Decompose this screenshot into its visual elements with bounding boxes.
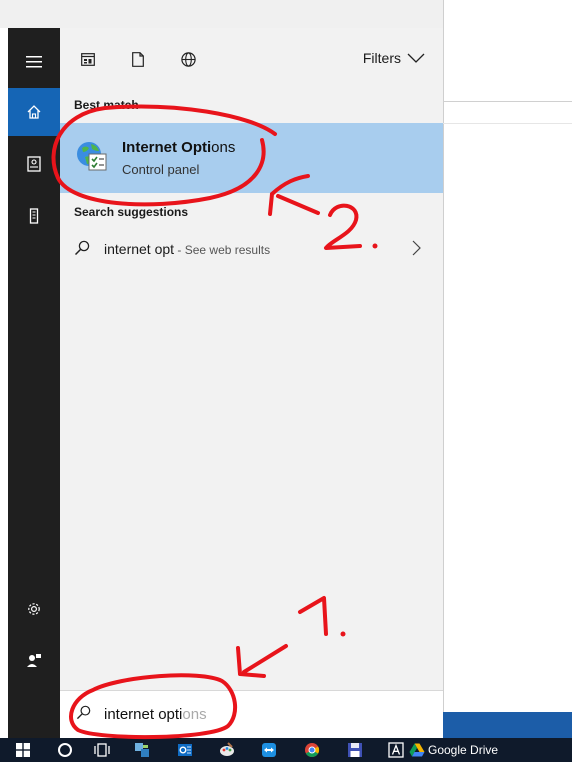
taskbar-app-network[interactable] bbox=[133, 741, 151, 759]
start-button[interactable] bbox=[14, 741, 32, 759]
search-icon bbox=[74, 240, 90, 256]
web-suggestion-item[interactable]: internet opt - See web results bbox=[60, 234, 443, 264]
window-edge bbox=[443, 0, 444, 712]
taskbar: Google Drive bbox=[0, 738, 572, 762]
feedback-person-icon bbox=[27, 654, 41, 667]
search-input[interactable]: internet options bbox=[104, 706, 207, 723]
background-window bbox=[443, 0, 572, 712]
suggestion-text: internet opt - See web results bbox=[104, 241, 270, 257]
cortana-button[interactable] bbox=[56, 741, 74, 759]
globe-icon bbox=[180, 51, 196, 67]
devices-button[interactable] bbox=[8, 192, 60, 240]
best-match-title-rest: ons bbox=[211, 139, 236, 156]
search-results-panel: Filters Best match Internet Options Cont… bbox=[60, 28, 443, 738]
filters-bar: Filters bbox=[60, 28, 443, 90]
chrome-icon bbox=[305, 743, 320, 758]
filters-label: Filters bbox=[362, 50, 401, 66]
documents-filter-button[interactable] bbox=[126, 47, 150, 71]
best-match-title: Internet Options bbox=[122, 139, 235, 156]
outlook-icon bbox=[178, 744, 192, 756]
screen: Filters Best match Internet Options Cont… bbox=[0, 0, 572, 762]
chevron-right-icon[interactable] bbox=[412, 240, 421, 256]
hamburger-menu-button[interactable] bbox=[8, 38, 60, 86]
best-match-heading: Best match bbox=[74, 98, 139, 112]
google-drive-label: Google Drive bbox=[428, 743, 499, 757]
app-window-icon bbox=[81, 52, 95, 66]
search-icon bbox=[76, 705, 91, 720]
window-divider bbox=[443, 123, 572, 124]
windows-logo-icon bbox=[16, 743, 30, 757]
taskbar-app-teamviewer[interactable] bbox=[260, 741, 278, 759]
search-typed-text: internet opti bbox=[104, 706, 183, 723]
task-view-button[interactable] bbox=[93, 741, 111, 759]
floppy-disk-icon bbox=[348, 743, 362, 757]
text-app-icon bbox=[388, 742, 404, 758]
taskbar-app-text[interactable] bbox=[387, 741, 405, 759]
google-drive-icon bbox=[409, 743, 425, 757]
gear-icon bbox=[28, 603, 40, 615]
google-drive-taskbar-item[interactable] bbox=[408, 741, 426, 759]
desktop-top-strip bbox=[0, 0, 443, 28]
search-autocomplete-text: ons bbox=[182, 706, 207, 723]
tower-pc-icon bbox=[29, 208, 39, 224]
feedback-button[interactable] bbox=[8, 636, 60, 684]
document-icon bbox=[132, 51, 144, 67]
notebook-button[interactable] bbox=[8, 140, 60, 188]
hamburger-icon bbox=[26, 56, 42, 68]
background-window-footer bbox=[443, 712, 572, 738]
network-app-icon bbox=[135, 743, 149, 757]
cortana-circle-icon bbox=[58, 743, 72, 757]
taskbar-app-outlook[interactable] bbox=[176, 741, 194, 759]
apps-filter-button[interactable] bbox=[76, 47, 100, 71]
teamviewer-icon bbox=[262, 743, 276, 757]
home-icon bbox=[27, 105, 41, 119]
web-filter-button[interactable] bbox=[176, 47, 200, 71]
best-match-result[interactable]: Internet Options Control panel bbox=[60, 123, 443, 193]
best-match-title-bold: Internet Opti bbox=[122, 139, 212, 156]
paint-palette-icon bbox=[220, 742, 234, 756]
taskbar-app-paint[interactable] bbox=[218, 741, 236, 759]
task-view-icon bbox=[94, 743, 110, 757]
search-box[interactable]: internet options bbox=[60, 690, 443, 738]
taskbar-app-save[interactable] bbox=[346, 741, 364, 759]
start-menu: Filters Best match Internet Options Cont… bbox=[8, 28, 443, 738]
search-suggestions-heading: Search suggestions bbox=[74, 205, 189, 219]
internet-options-icon bbox=[77, 142, 107, 171]
chevron-down-icon bbox=[407, 53, 425, 63]
taskbar-app-chrome[interactable] bbox=[303, 741, 321, 759]
home-button[interactable] bbox=[8, 88, 60, 136]
settings-button[interactable] bbox=[8, 585, 60, 633]
suggestion-hint: - See web results bbox=[174, 243, 271, 257]
suggestion-query: internet opt bbox=[104, 241, 175, 257]
notebook-icon bbox=[27, 156, 41, 172]
start-rail bbox=[8, 28, 60, 738]
filters-dropdown[interactable]: Filters bbox=[363, 50, 425, 66]
best-match-subtitle: Control panel bbox=[122, 162, 200, 177]
window-divider bbox=[443, 101, 572, 102]
